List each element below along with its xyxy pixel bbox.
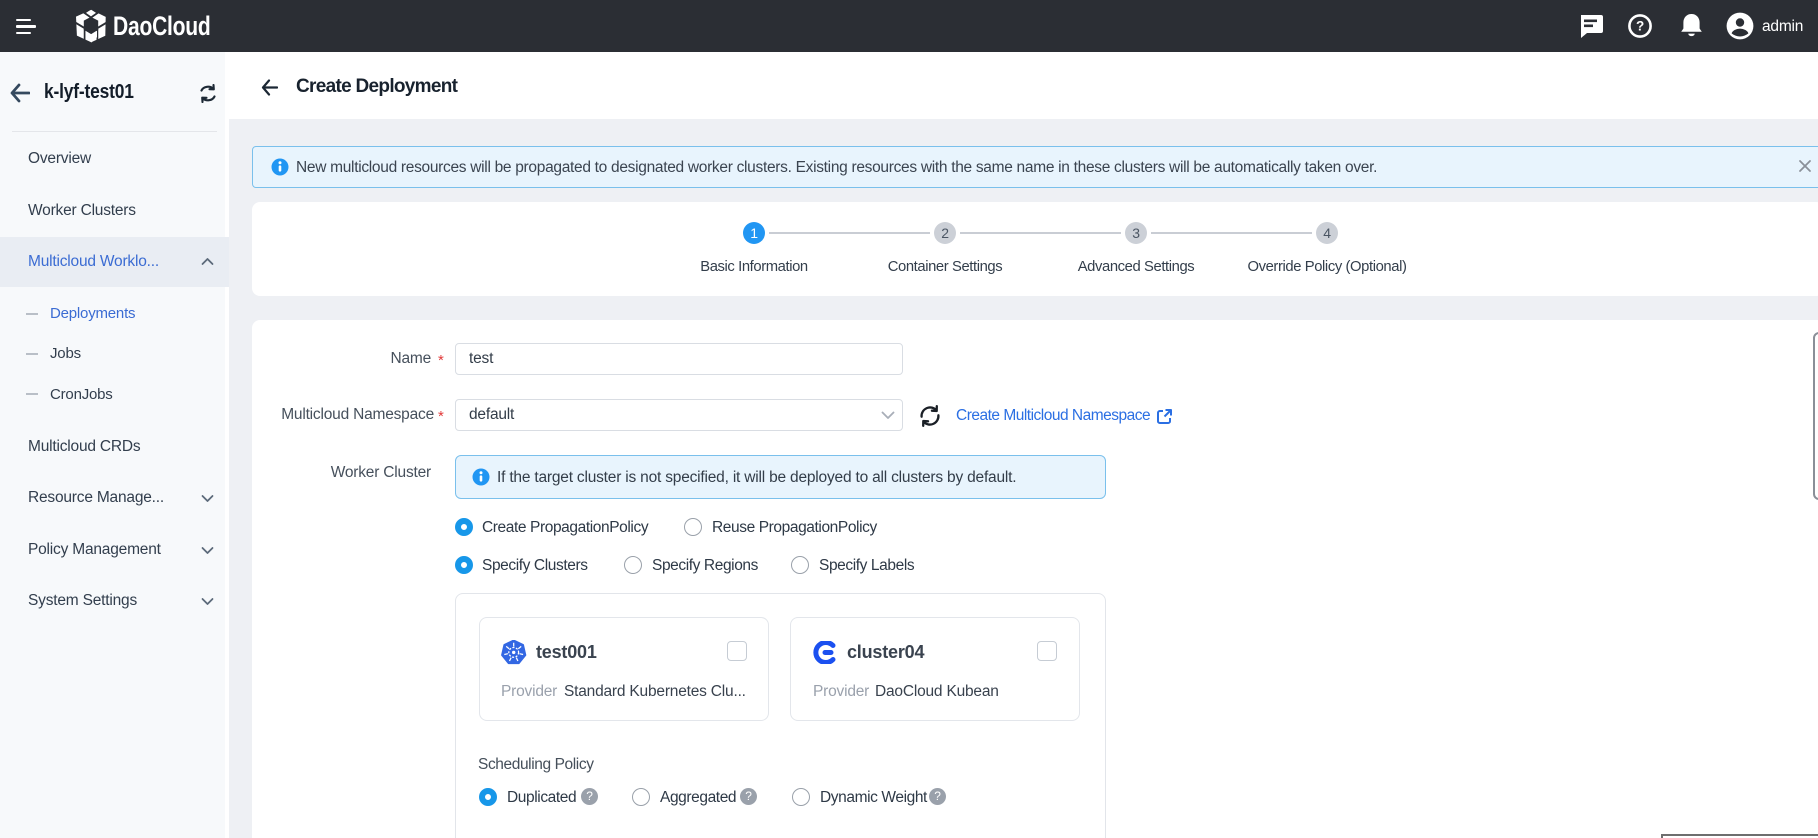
svg-text:?: ? [1636,19,1644,34]
